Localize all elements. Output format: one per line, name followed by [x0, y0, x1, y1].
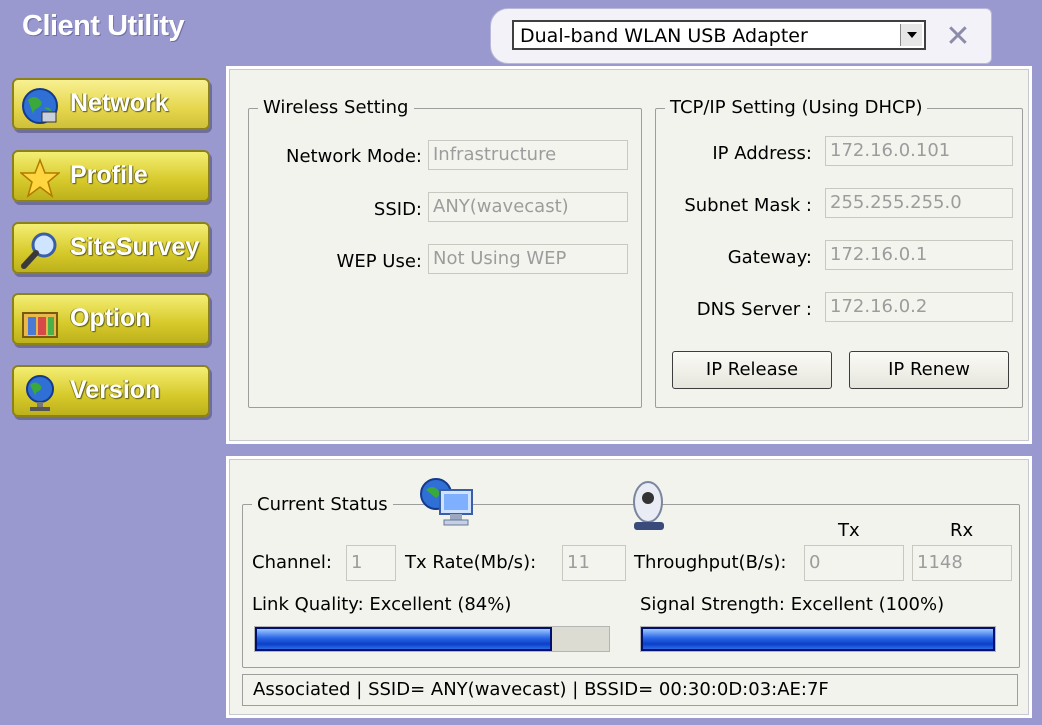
close-icon[interactable]: ✕ [940, 18, 976, 54]
connection-status-line: Associated | SSID= ANY(wavecast) | BSSID… [242, 674, 1018, 706]
globe-network-icon [20, 86, 60, 126]
tx-rate-label: Tx Rate(Mb/s): [405, 552, 537, 573]
wep-use-field[interactable]: Not Using WEP [428, 244, 628, 274]
adapter-select[interactable]: Dual-band WLAN USB Adapter [512, 20, 926, 50]
nav-option-button[interactable]: Option [12, 293, 210, 345]
gateway-field[interactable]: 172.16.0.1 [825, 240, 1013, 270]
signal-strength-bar-fill [641, 627, 995, 651]
link-quality-value: Excellent (84%) [369, 594, 512, 615]
tcpip-setting-title: TCP/IP Setting (Using DHCP) [665, 97, 928, 118]
signal-strength-value: Excellent (100%) [790, 594, 945, 615]
signal-strength-label: Signal Strength: Excellent (100%) [640, 594, 944, 615]
throughput-label: Throughput(B/s): [634, 552, 787, 573]
nav-network-label: Network [70, 89, 169, 117]
ssid-label: SSID: [373, 199, 422, 220]
nav-network-button[interactable]: Network [12, 78, 210, 130]
globe-stand-icon [20, 373, 60, 413]
throughput-tx-field[interactable]: 0 [804, 545, 904, 581]
computer-globe-icon [418, 476, 478, 532]
channel-label: Channel: [252, 552, 332, 573]
link-quality-bar [254, 626, 610, 652]
network-mode-label: Network Mode: [286, 146, 422, 167]
tcpip-dhcp-note: (Using DHCP) [801, 97, 923, 118]
ip-release-button[interactable]: IP Release [672, 351, 832, 389]
tx-rate-field[interactable]: 11 [562, 545, 626, 581]
dns-server-label: DNS Server : [696, 299, 812, 320]
signal-strength-bar [640, 626, 996, 652]
throughput-rx-field[interactable]: 1148 [912, 545, 1012, 581]
nav-version-button[interactable]: Version [12, 365, 210, 417]
link-quality-title: Link Quality: [252, 594, 364, 615]
ssid-field[interactable]: ANY(wavecast) [428, 192, 628, 222]
subnet-mask-field[interactable]: 255.255.255.0 [825, 188, 1013, 218]
ip-renew-button[interactable]: IP Renew [849, 351, 1009, 389]
chevron-down-icon[interactable] [900, 24, 922, 46]
network-mode-field[interactable]: Infrastructure [428, 140, 628, 170]
star-icon [18, 157, 62, 198]
rx-header: Rx [950, 520, 974, 541]
current-status-title: Current Status [252, 494, 393, 515]
wep-use-label: WEP Use: [336, 251, 422, 272]
nav-version-label: Version [70, 376, 161, 404]
channel-field[interactable]: 1 [346, 545, 396, 581]
ip-address-field[interactable]: 172.16.0.101 [825, 136, 1013, 166]
link-quality-bar-fill [255, 627, 553, 651]
gateway-label: Gateway: [727, 247, 812, 268]
nav-profile-label: Profile [70, 161, 148, 189]
signal-strength-title: Signal Strength: [640, 594, 785, 615]
wireless-setting-title: Wireless Setting [258, 97, 414, 118]
tcpip-title-text: TCP/IP Setting [670, 97, 796, 118]
nav-sitesurvey-button[interactable]: SiteSurvey [12, 222, 210, 274]
ip-address-label: IP Address: [712, 143, 812, 164]
dns-server-field[interactable]: 172.16.0.2 [825, 292, 1013, 322]
magnifier-icon [20, 230, 60, 270]
adapter-select-value: Dual-band WLAN USB Adapter [520, 25, 808, 47]
nav-sitesurvey-label: SiteSurvey [70, 233, 200, 261]
antenna-device-icon [626, 478, 674, 534]
tx-header: Tx [838, 520, 860, 541]
nav-profile-button[interactable]: Profile [12, 150, 210, 202]
subnet-mask-label: Subnet Mask : [684, 195, 812, 216]
app-title: Client Utility [22, 10, 185, 42]
nav-option-label: Option [70, 304, 151, 332]
link-quality-label: Link Quality: Excellent (84%) [252, 594, 511, 615]
toolbox-icon [20, 301, 60, 341]
